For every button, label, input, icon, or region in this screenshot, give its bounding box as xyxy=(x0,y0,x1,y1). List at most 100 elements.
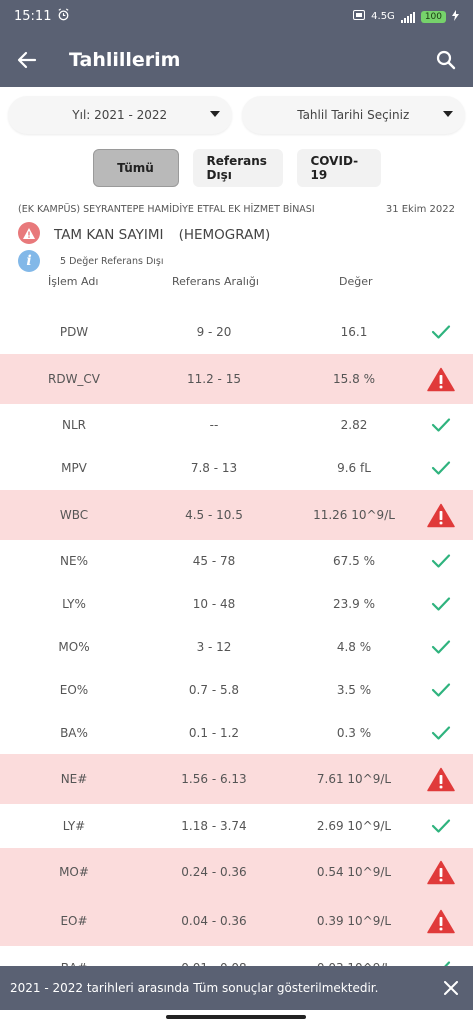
year-dropdown[interactable]: Yıl: 2021 - 2022 xyxy=(8,96,232,134)
snackbar-close-button[interactable] xyxy=(429,966,473,1010)
row-value: 67.5 % xyxy=(333,554,375,568)
out-of-range-count: 5 Değer Referans Dışı xyxy=(60,255,164,267)
date-dropdown[interactable]: Tahlil Tarihi Seçiniz xyxy=(241,96,465,134)
table-row[interactable]: MO% 3 - 12 4.8 % xyxy=(0,626,473,668)
row-value: 0.39 10^9/L xyxy=(316,914,392,928)
row-reference-range: -- xyxy=(209,418,219,432)
row-test-name: EO% xyxy=(59,683,89,697)
check-icon xyxy=(426,720,456,746)
network-type: 4.5G xyxy=(371,11,395,22)
row-reference-range: 1.18 - 3.74 xyxy=(181,819,247,833)
row-test-name: LY# xyxy=(62,819,86,833)
row-value: 0.3 % xyxy=(336,726,372,740)
row-value: 15.8 % xyxy=(333,372,375,386)
row-value: 3.5 % xyxy=(336,683,372,697)
gesture-nav-bar xyxy=(166,1015,306,1019)
row-reference-range: 4.5 - 10.5 xyxy=(185,508,243,522)
test-title-row: TAM KAN SAYIMI (HEMOGRAM) xyxy=(18,222,270,244)
table-row[interactable]: PDW 9 - 20 16.1 xyxy=(0,310,473,354)
search-icon xyxy=(436,50,456,70)
row-test-name: NLR xyxy=(62,418,86,432)
row-test-name: NE% xyxy=(60,554,88,568)
table-row[interactable]: NLR -- 2.82 xyxy=(0,404,473,446)
row-value: 2.82 xyxy=(340,418,368,432)
segment-all[interactable]: Tümü xyxy=(92,149,179,187)
table-row[interactable]: WBC 4.5 - 10.5 11.26 10^9/L xyxy=(0,490,473,540)
check-icon xyxy=(426,813,456,839)
row-test-name: WBC xyxy=(59,508,89,522)
warning-triangle-icon xyxy=(426,366,456,392)
row-reference-range: 7.8 - 13 xyxy=(190,461,238,475)
back-arrow-icon xyxy=(17,51,37,69)
column-name: İşlem Adı xyxy=(48,275,99,288)
check-icon xyxy=(426,548,456,574)
test-name: TAM KAN SAYIMI xyxy=(54,226,164,243)
row-test-name: MO# xyxy=(59,865,89,879)
alarm-icon xyxy=(57,8,70,25)
row-value: 11.26 10^9/L xyxy=(313,508,395,522)
warning-triangle-icon xyxy=(426,908,456,934)
filters: Yıl: 2021 - 2022 Tahlil Tarihi Seçiniz xyxy=(8,96,465,134)
row-value: 16.1 xyxy=(340,325,368,339)
segment-covid[interactable]: COVID-19 xyxy=(296,149,381,187)
column-value: Değer xyxy=(339,275,373,288)
check-icon xyxy=(426,591,456,617)
row-reference-range: 0.04 - 0.36 xyxy=(181,914,247,928)
row-test-name: EO# xyxy=(60,914,88,928)
warning-triangle-icon xyxy=(426,859,456,885)
hospital-name: (EK KAMPÜS) SEYRANTEPE HAMİDİYE ETFAL EK… xyxy=(18,204,315,215)
row-reference-range: 9 - 20 xyxy=(196,325,232,339)
column-range: Referans Aralığı xyxy=(172,275,259,288)
row-test-name: LY% xyxy=(62,597,86,611)
row-test-name: PDW xyxy=(59,325,89,339)
status-time: 15:11 xyxy=(14,9,52,24)
check-icon xyxy=(426,319,456,345)
row-value: 9.6 fL xyxy=(337,461,371,475)
segment-out-of-range[interactable]: Referans Dışı xyxy=(192,149,283,187)
battery-icon: 100 xyxy=(420,10,446,23)
row-test-name: NE# xyxy=(60,772,88,786)
back-button[interactable] xyxy=(0,33,54,87)
row-reference-range: 0.1 - 1.2 xyxy=(188,726,240,740)
table-row[interactable]: MO# 0.24 - 0.36 0.54 10^9/L xyxy=(0,848,473,896)
app-bar: Tahlillerim xyxy=(0,33,473,87)
results-table: PDW 9 - 20 16.1 RDW_CV 11.2 - 15 15.8 % NLR -- 2… xyxy=(0,310,473,990)
row-reference-range: 11.2 - 15 xyxy=(187,372,241,386)
table-row[interactable]: BA% 0.1 - 1.2 0.3 % xyxy=(0,712,473,754)
row-value: 4.8 % xyxy=(336,640,372,654)
table-row[interactable]: EO% 0.7 - 5.8 3.5 % xyxy=(0,668,473,712)
table-row[interactable]: NE# 1.56 - 6.13 7.61 10^9/L xyxy=(0,754,473,804)
row-reference-range: 45 - 78 xyxy=(192,554,236,568)
filter-segments: Tümü Referans Dışı COVID-19 xyxy=(0,149,473,187)
row-value: 7.61 10^9/L xyxy=(316,772,392,786)
row-reference-range: 0.24 - 0.36 xyxy=(181,865,247,879)
table-row[interactable]: NE% 45 - 78 67.5 % xyxy=(0,540,473,582)
caret-down-icon xyxy=(443,111,453,117)
warning-badge-icon xyxy=(18,222,40,244)
snackbar: 2021 - 2022 tarihleri arasında Tüm sonuç… xyxy=(0,966,473,1010)
search-button[interactable] xyxy=(419,33,473,87)
sim-icon xyxy=(353,10,366,23)
page-title: Tahlillerim xyxy=(69,49,181,71)
table-row[interactable]: MPV 7.8 - 13 9.6 fL xyxy=(0,446,473,490)
row-test-name: MO% xyxy=(58,640,90,654)
row-test-name: RDW_CV xyxy=(47,372,101,386)
snackbar-text: 2021 - 2022 tarihleri arasında Tüm sonuç… xyxy=(10,981,379,995)
table-row[interactable]: LY% 10 - 48 23.9 % xyxy=(0,582,473,626)
table-header: İşlem Adı Referans Aralığı Değer xyxy=(0,275,473,293)
check-icon xyxy=(426,634,456,660)
row-reference-range: 10 - 48 xyxy=(192,597,236,611)
table-row[interactable]: RDW_CV 11.2 - 15 15.8 % xyxy=(0,354,473,404)
info-icon[interactable]: i xyxy=(18,250,40,272)
caret-down-icon xyxy=(209,111,220,117)
test-subname: (HEMOGRAM) xyxy=(178,226,271,243)
table-row[interactable]: EO# 0.04 - 0.36 0.39 10^9/L xyxy=(0,896,473,946)
table-row[interactable]: LY# 1.18 - 3.74 2.69 10^9/L xyxy=(0,804,473,848)
row-reference-range: 0.7 - 5.8 xyxy=(188,683,240,697)
close-icon xyxy=(444,981,458,995)
row-value: 0.54 10^9/L xyxy=(316,865,392,879)
check-icon xyxy=(426,677,456,703)
row-value: 23.9 % xyxy=(333,597,375,611)
charging-icon xyxy=(452,9,459,24)
info-row: i 5 Değer Referans Dışı xyxy=(18,250,164,272)
